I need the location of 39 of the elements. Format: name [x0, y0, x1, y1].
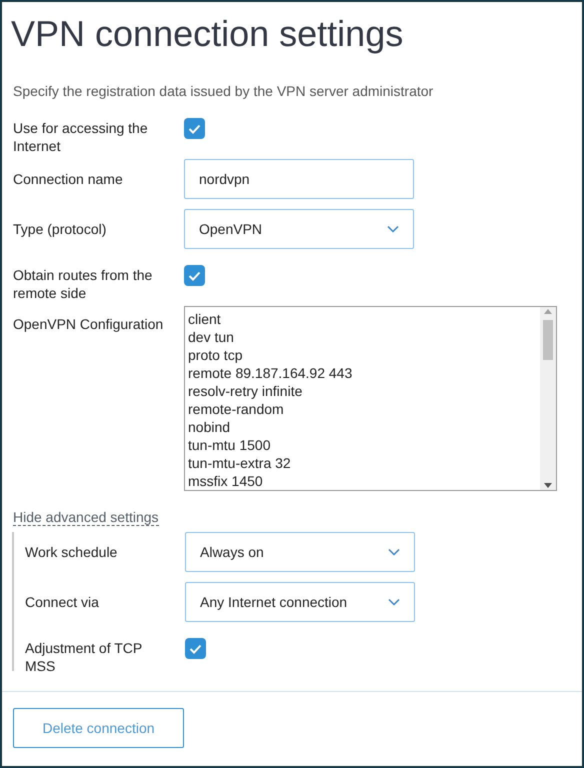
- dropdown[interactable]: Always on: [185, 532, 415, 572]
- caret-icon: [388, 598, 400, 606]
- config-line: mssfix 1450: [188, 472, 264, 490]
- hide-advanced-link[interactable]: Hide advanced settings: [13, 509, 159, 526]
- checkmark-icon: [189, 644, 202, 654]
- checkmark-icon: [188, 270, 201, 281]
- field-label: OpenVPN Configuration: [13, 315, 164, 334]
- dropdown[interactable]: OpenVPN: [184, 209, 414, 250]
- scrollbar[interactable]: [540, 307, 556, 490]
- field-label: Connection name: [13, 170, 124, 188]
- configuration-textarea[interactable]: client dev tun proto tcp remote 89.187.164.92 443 resolv-retry infinite remote-random nobind tun-mtu 1500 tun-mtu-extra 32 mssfix 1450: [184, 306, 557, 492]
- config-line: remote 89.187.164.92 443: [188, 364, 354, 382]
- config-line: resolv-retry infinite: [188, 382, 304, 400]
- checkbox[interactable]: [184, 265, 205, 286]
- config-line: dev tun: [188, 328, 235, 346]
- description-text: Specify the registration data issued by the VPN server administrator: [13, 82, 434, 102]
- scrollbar-thumb[interactable]: [543, 320, 553, 360]
- page-title: VPN connection settings: [11, 12, 404, 56]
- config-line: tun-mtu-extra 32: [188, 454, 292, 472]
- field-label: Obtain routes from the remote side: [13, 266, 154, 302]
- config-line: nobind: [188, 418, 232, 436]
- dropdown[interactable]: Any Internet connection: [185, 582, 415, 622]
- scroll-up-icon[interactable]: [544, 309, 552, 314]
- checkmark-icon: [188, 124, 201, 134]
- text-input-field[interactable]: nordvpn: [184, 159, 414, 200]
- caret-icon: [387, 225, 399, 234]
- scroll-down-icon[interactable]: [544, 483, 552, 488]
- field-label: Use for accessing the Internet: [13, 119, 149, 156]
- caret-icon: [388, 548, 400, 556]
- checkbox[interactable]: [184, 118, 205, 140]
- field-label: Connect via: [25, 593, 100, 612]
- config-line: remote-random: [188, 400, 285, 418]
- field-label: Type (protocol): [13, 220, 108, 238]
- config-line: client: [188, 310, 222, 328]
- field-label: Work schedule: [25, 543, 118, 562]
- checkbox[interactable]: [185, 638, 206, 660]
- config-line: proto tcp: [188, 346, 244, 364]
- config-line: tun-mtu 1500: [188, 436, 272, 454]
- field-label: Adjustment of TCP MSS: [25, 639, 143, 676]
